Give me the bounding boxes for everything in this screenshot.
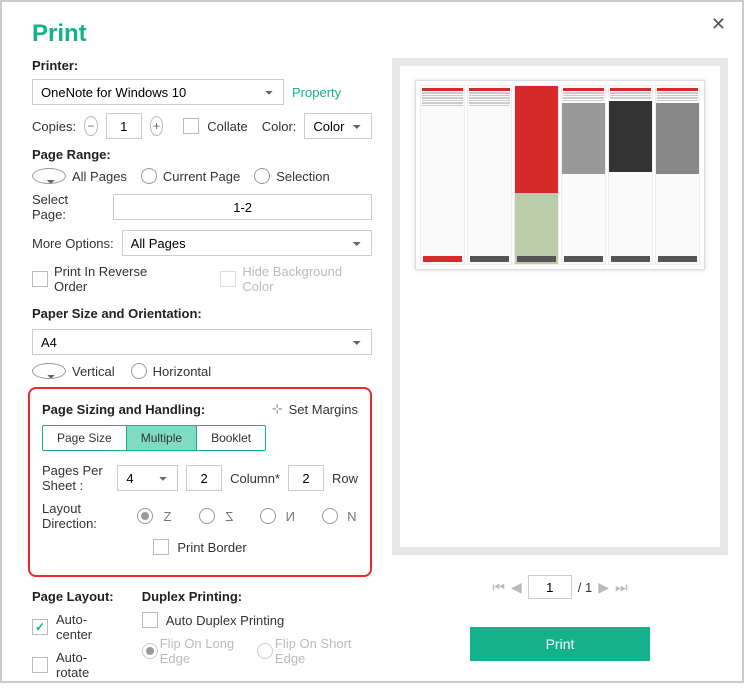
select-page-label: Select Page: [32,192,105,222]
paper-size-select[interactable]: A4 [32,329,372,355]
layout-dir-2-radio[interactable] [199,508,215,524]
last-page-button[interactable]: ⏭ [615,579,628,596]
layout-dir-s-icon: Z [223,509,236,524]
paper-label: Paper Size and Orientation: [32,306,372,321]
hide-bg-checkbox [220,271,236,287]
layout-dir-4-radio[interactable] [322,508,338,524]
property-link[interactable]: Property [292,85,341,100]
sizing-label: Page Sizing and Handling: [42,402,205,417]
sizing-tabs: Page Size Multiple Booklet [42,425,266,451]
short-edge-radio [257,643,273,659]
pages-per-sheet-select[interactable]: 4 [117,465,178,491]
row-input[interactable] [288,465,324,491]
close-icon[interactable]: ✕ [711,14,726,35]
long-edge-radio [142,643,158,659]
reverse-order-label: Print In Reverse Order [54,264,179,294]
vertical-radio[interactable] [32,363,66,379]
pager: ⏮ ◀ / 1 ▶ ⏭ [392,575,728,599]
auto-center-checkbox[interactable] [32,619,48,635]
collate-checkbox[interactable] [183,118,199,134]
tab-page-size[interactable]: Page Size [43,426,126,450]
column-label: Column* [230,471,280,486]
layout-dir-n2-icon: N [346,509,359,524]
copies-label: Copies: [32,119,76,134]
auto-rotate-checkbox[interactable] [32,657,48,673]
highlighted-section: Page Sizing and Handling: ⊹ Set Margins … [28,387,372,577]
current-page-radio[interactable] [141,168,157,184]
layout-dir-1-radio[interactable] [137,508,153,524]
preview-sheet [415,80,705,270]
layout-dir-z-icon: Z [161,509,174,524]
all-pages-radio[interactable] [32,168,66,184]
collate-label: Collate [207,119,247,134]
row-label: Row [332,471,358,486]
hide-bg-label: Hide Background Color [242,264,372,294]
auto-duplex-checkbox[interactable] [142,612,158,628]
horizontal-radio[interactable] [131,363,147,379]
more-options-select[interactable]: All Pages [122,230,372,256]
page-total: / 1 [578,580,592,595]
page-layout-label: Page Layout: [32,589,114,604]
column-input[interactable] [186,465,222,491]
copies-decrease-button[interactable]: − [84,116,98,136]
prev-page-button[interactable]: ◀ [511,579,522,596]
print-border-checkbox[interactable] [153,539,169,555]
select-page-input[interactable] [113,194,372,220]
next-page-button[interactable]: ▶ [598,579,609,596]
set-margins-link[interactable]: ⊹ Set Margins [272,401,358,417]
print-dialog: ✕ Print Printer: OneNote for Windows 10 … [0,0,744,683]
first-page-button[interactable]: ⏮ [492,579,505,596]
tab-booklet[interactable]: Booklet [196,426,265,450]
color-select[interactable]: Color [304,113,372,139]
range-label: Page Range: [32,147,372,162]
print-border-label: Print Border [177,540,246,555]
layout-dir-label: Layout Direction: [42,501,129,531]
more-options-label: More Options: [32,236,114,251]
copies-input[interactable] [106,113,142,139]
printer-label: Printer: [32,58,372,73]
layout-dir-3-radio[interactable] [260,508,276,524]
margins-icon: ⊹ [272,401,283,417]
print-preview [392,58,728,555]
layout-dir-n-icon: N [284,509,297,524]
print-button[interactable]: Print [470,627,650,661]
dialog-title: Print [32,20,728,48]
reverse-order-checkbox[interactable] [32,271,48,287]
copies-increase-button[interactable]: + [150,116,164,136]
duplex-label: Duplex Printing: [142,589,372,604]
page-input[interactable] [528,575,572,599]
tab-multiple[interactable]: Multiple [126,426,196,450]
pps-label: Pages Per Sheet : [42,463,109,493]
selection-radio[interactable] [254,168,270,184]
printer-select[interactable]: OneNote for Windows 10 [32,79,284,105]
color-label: Color: [262,119,297,134]
